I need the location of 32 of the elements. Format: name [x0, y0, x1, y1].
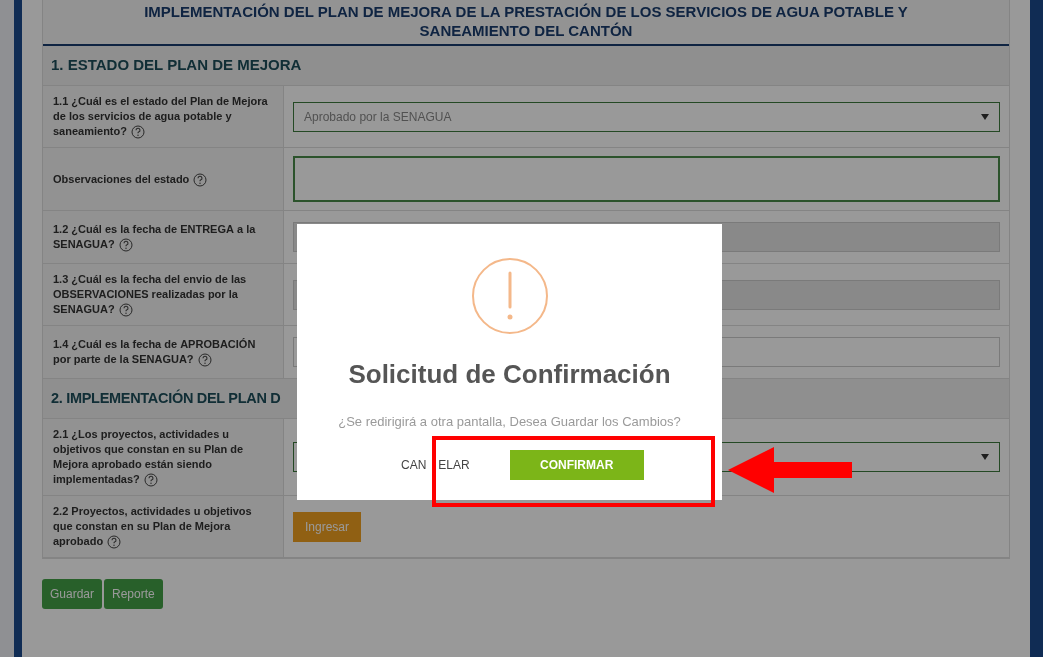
help-icon[interactable]: [107, 535, 122, 550]
help-icon[interactable]: [118, 303, 133, 318]
question-label: 1.1 ¿Cuál es el estado del Plan de Mejora de los servicios de agua potable y saneamiento?: [53, 94, 273, 140]
question-label: Observaciones del estado: [53, 171, 208, 187]
question-label: 2.2 Proyectos, actividades u objetivos que constan en su Plan de Mejora aprobado: [53, 504, 253, 550]
help-icon[interactable]: [130, 125, 145, 140]
page-title: SANEAMIENTO DEL CANTÓN: [418, 21, 634, 40]
dropdown-caret-icon: [981, 113, 989, 120]
question-label: 1.2 ¿Cuál es la fecha de ENTREGA a la SENAGUA?: [53, 222, 257, 253]
select-value: Aprobado por la SENAGUA: [304, 108, 452, 126]
cancel-button[interactable]: CAN ELAR: [401, 455, 470, 474]
dialog-title: Solicitud de Confirmación: [348, 358, 671, 391]
dropdown-caret-icon: [981, 454, 989, 461]
save-button[interactable]: Guardar: [42, 579, 103, 610]
dialog-message: ¿Se redirigirá a otra pantalla, Desea Guardar los Cambios?: [338, 413, 681, 431]
help-icon[interactable]: [197, 353, 212, 368]
report-button[interactable]: Reporte: [104, 579, 163, 610]
section-title: 2. IMPLEMENTACIÓN DEL PLAN D: [51, 388, 281, 408]
help-icon[interactable]: [193, 172, 208, 187]
warning-icon: [470, 257, 549, 335]
arrow-icon: [728, 447, 852, 493]
confirm-button[interactable]: CONFIRMAR: [509, 449, 644, 480]
ingresar-button[interactable]: Ingresar: [293, 511, 362, 542]
help-icon[interactable]: [143, 473, 158, 488]
question-label: 2.1 ¿Los proyectos, actividades u objetivos que constan en su Plan de Mejora aprobado están siendo implementadas?: [53, 427, 245, 488]
help-icon[interactable]: [118, 238, 133, 253]
question-label: 1.4 ¿Cuál es la fecha de APROBACIÓN por parte de la SENAGUA?: [53, 337, 257, 368]
page-title: IMPLEMENTACIÓN DEL PLAN DE MEJORA DE LA PRESTACIÓN DE LOS SERVICIOS DE AGUA POTABLE Y: [143, 2, 909, 21]
section-title: 1. ESTADO DEL PLAN DE MEJORA: [51, 55, 302, 76]
text-area[interactable]: [293, 156, 1000, 203]
question-label: 1.3 ¿Cuál es la fecha del envio de las OBSERVACIONES realizadas por la SENAGUA?: [53, 272, 248, 318]
select-field[interactable]: Aprobado por la SENAGUA: [293, 101, 1000, 132]
